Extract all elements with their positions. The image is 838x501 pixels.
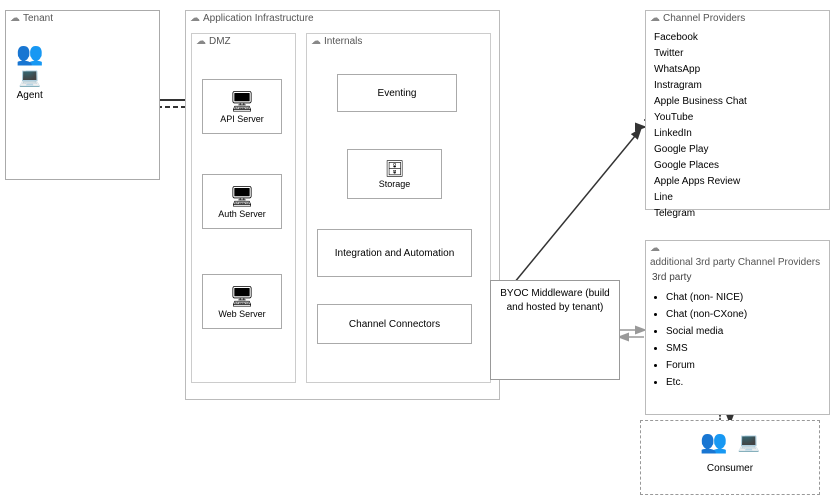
list-item: Google Places [654, 158, 821, 174]
list-item: Apple Apps Review [654, 174, 821, 190]
channel-connectors-label: Channel Connectors [349, 319, 440, 330]
list-item: Line [654, 190, 821, 206]
channel-providers-list: Facebook Twitter WhatsApp Instragram App… [646, 26, 829, 226]
list-item: Social media [666, 323, 821, 340]
list-item: SMS [666, 340, 821, 357]
agent-label: Agent [16, 90, 43, 101]
additional-providers-list: Chat (non- NICE) Chat (non-CXone) Social… [646, 285, 829, 395]
agent-laptop-icon: 💻 [18, 67, 40, 87]
cloud-icon-tenant: ☁ [10, 13, 20, 24]
diagram: ☁ Tenant 👥 💻 Agent ☁ Application Infrast… [0, 0, 838, 501]
byoc-label: BYOC Middleware (build and hosted by ten… [491, 281, 619, 321]
tenant-box: ☁ Tenant 👥 💻 Agent [5, 10, 160, 180]
web-server-box: 🖥 Web Server [202, 274, 282, 329]
storage-label: Storage [379, 179, 411, 189]
cloud-icon-channels: ☁ [650, 13, 660, 24]
web-server-icon: 🖥 [229, 284, 254, 309]
consumer-box: 👥 💻 Consumer [640, 420, 820, 495]
storage-icon: 🗄 [384, 159, 404, 179]
list-item: Facebook [654, 30, 821, 46]
storage-box: 🗄 Storage [347, 149, 442, 199]
list-item: Etc. [666, 374, 821, 391]
app-infra-box: ☁ Application Infrastructure ☁ DMZ 🖥 API… [185, 10, 500, 400]
internals-label: Internals [324, 36, 362, 47]
list-item: Instragram [654, 78, 821, 94]
tenant-title: ☁ Tenant [6, 11, 159, 26]
additional-providers-label: additional 3rd party Channel Providers [650, 257, 820, 268]
eventing-box: Eventing [337, 74, 457, 112]
auth-server-label: Auth Server [218, 209, 266, 219]
cloud-icon-dmz: ☁ [196, 36, 206, 47]
agent-person-icon: 👥 [16, 41, 43, 67]
auth-server-icon: 🖥 [229, 184, 254, 209]
byoc-box: BYOC Middleware (build and hosted by ten… [490, 280, 620, 380]
tenant-label: Tenant [23, 13, 53, 24]
consumer-person-icon: 👥 [700, 429, 727, 455]
list-item: Forum [666, 357, 821, 374]
list-item: Chat (non-CXone) [666, 306, 821, 323]
list-item: YouTube [654, 110, 821, 126]
eventing-label: Eventing [378, 88, 417, 99]
internals-box: ☁ Internals Eventing 🗄 Storage Integrati… [306, 33, 491, 383]
list-item: LinkedIn [654, 126, 821, 142]
integration-box: Integration and Automation [317, 229, 472, 277]
auth-server-box: 🖥 Auth Server [202, 174, 282, 229]
consumer-laptop-icon: 💻 [737, 432, 759, 453]
list-item: Telegram [654, 206, 821, 222]
api-server-icon: 🖥 [229, 89, 254, 114]
api-server-box: 🖥 API Server [202, 79, 282, 134]
internals-title: ☁ Internals [307, 34, 490, 49]
list-item: WhatsApp [654, 62, 821, 78]
api-server-label: API Server [220, 114, 264, 124]
dmz-box: ☁ DMZ 🖥 API Server 🖥 Auth Server 🖥 Web S… [191, 33, 296, 383]
agent-area: 👥 💻 Agent [16, 41, 43, 101]
cloud-icon-app-infra: ☁ [190, 13, 200, 24]
channel-providers-box: ☁ Channel Providers Facebook Twitter Wha… [645, 10, 830, 210]
additional-providers-title: ☁ additional 3rd party Channel Providers [646, 241, 829, 270]
app-infra-title: ☁ Application Infrastructure [186, 11, 499, 26]
list-item: Apple Business Chat [654, 94, 821, 110]
consumer-content: 👥 💻 [641, 421, 819, 463]
list-item: Chat (non- NICE) [666, 289, 821, 306]
app-infra-label: Application Infrastructure [203, 13, 314, 24]
list-item: Google Play [654, 142, 821, 158]
channel-providers-label: Channel Providers [663, 13, 745, 24]
web-server-label: Web Server [218, 309, 265, 319]
third-party-label: 3rd party [646, 270, 829, 285]
cloud-icon-internals: ☁ [311, 36, 321, 47]
list-item: Twitter [654, 46, 821, 62]
additional-providers-box: ☁ additional 3rd party Channel Providers… [645, 240, 830, 415]
integration-label: Integration and Automation [335, 248, 455, 259]
dmz-label: DMZ [209, 36, 231, 47]
cloud-icon-additional: ☁ [650, 243, 660, 254]
channel-providers-title: ☁ Channel Providers [646, 11, 829, 26]
channel-connectors-box: Channel Connectors [317, 304, 472, 344]
consumer-label: Consumer [641, 463, 819, 474]
dmz-title: ☁ DMZ [192, 34, 295, 49]
